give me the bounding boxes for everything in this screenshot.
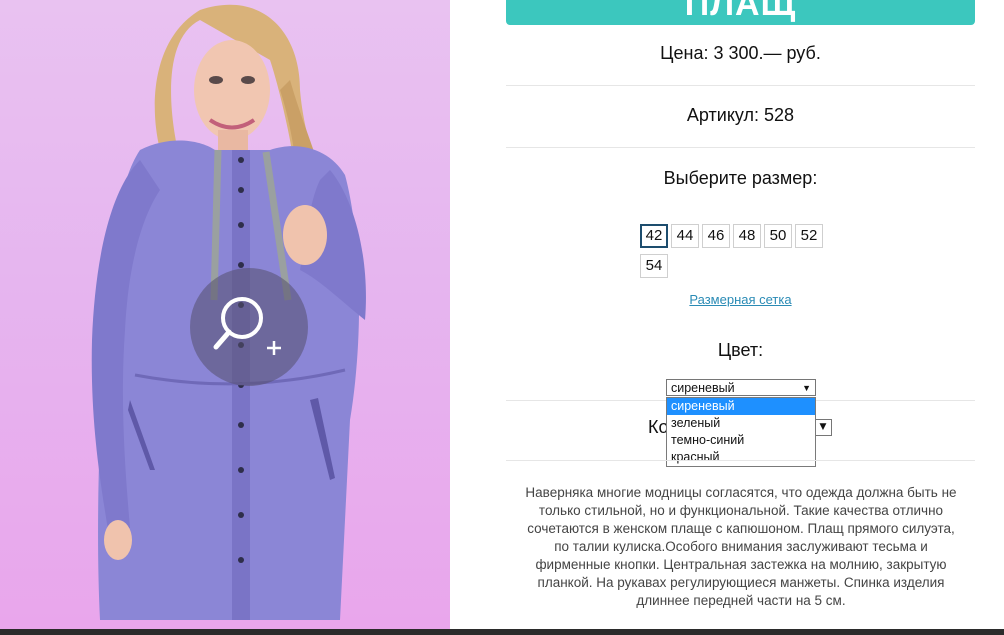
size-chart-link[interactable]: Размерная сетка (506, 292, 975, 307)
product-title-bar: ПЛАЩ (506, 0, 975, 25)
divider (506, 460, 975, 461)
size-option-54[interactable]: 54 (640, 254, 668, 278)
taskbar-strip (0, 629, 1004, 635)
zoom-in-icon (213, 297, 281, 355)
price-text: Цена: 3 300.— руб. (660, 43, 821, 63)
color-option[interactable]: темно-синий (667, 432, 815, 449)
dropdown-arrow-icon: ▼ (802, 383, 811, 393)
zoom-button[interactable] (190, 268, 308, 386)
size-option-48[interactable]: 48 (733, 224, 761, 248)
quantity-select-arrow[interactable]: ▼ (814, 419, 832, 436)
size-option-50[interactable]: 50 (764, 224, 792, 248)
product-title: ПЛАЩ (684, 0, 797, 23)
size-option-44[interactable]: 44 (671, 224, 699, 248)
product-photo[interactable] (0, 0, 450, 630)
product-description: Наверняка многие модницы согласятся, что… (525, 485, 957, 608)
color-dropdown-list: сиреневый зеленый темно-синий красный (666, 397, 816, 467)
divider (506, 85, 975, 86)
color-select[interactable]: сиреневый ▼ (666, 379, 816, 396)
size-option-52[interactable]: 52 (795, 224, 823, 248)
size-option-42[interactable]: 42 (640, 224, 668, 248)
color-select-value: сиреневый (671, 381, 735, 395)
color-option[interactable]: зеленый (667, 415, 815, 432)
color-option[interactable]: сиреневый (667, 398, 815, 415)
size-option-46[interactable]: 46 (702, 224, 730, 248)
color-option[interactable]: красный (667, 449, 815, 466)
article-text: Артикул: 528 (686, 105, 795, 125)
dropdown-arrow-icon: ▼ (819, 422, 827, 432)
color-label: Цвет: (717, 340, 764, 360)
size-prompt: Выберите размер: (663, 168, 818, 188)
divider (506, 147, 975, 148)
